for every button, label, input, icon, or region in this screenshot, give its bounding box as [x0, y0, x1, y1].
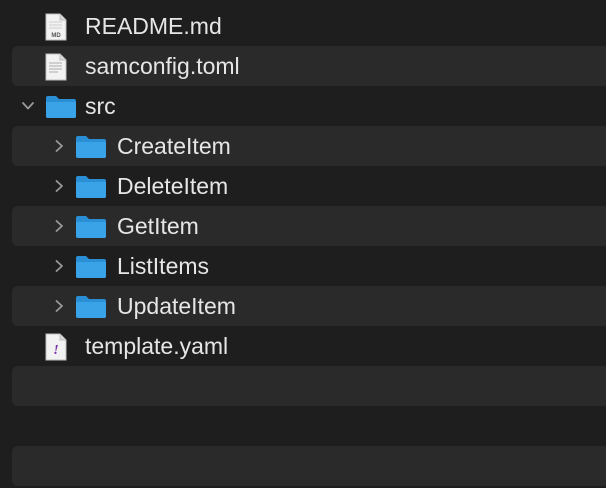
- markdown-file-icon: MD: [45, 13, 67, 41]
- yaml-file-icon: !: [45, 333, 67, 361]
- tree-item-deleteitem[interactable]: DeleteItem: [12, 166, 606, 206]
- tree-item-label: GetItem: [117, 213, 199, 239]
- tree-item-listitems[interactable]: ListItems: [12, 246, 606, 286]
- folder-icon: [45, 95, 77, 119]
- tree-item-label: samconfig.toml: [85, 53, 240, 79]
- tree-item-label: ListItems: [117, 253, 210, 279]
- folder-icon: [75, 295, 107, 319]
- tree-item-label: template.yaml: [85, 333, 229, 359]
- folder-icon: [75, 135, 107, 159]
- tree-item-samconfig[interactable]: samconfig.toml: [12, 46, 606, 86]
- tree-item-label: src: [85, 93, 116, 119]
- file-tree: MD README.md samconfig.toml src CreateIt…: [0, 0, 606, 488]
- chevron-right-icon[interactable]: [52, 299, 66, 313]
- chevron-right-icon[interactable]: [52, 139, 66, 153]
- tree-item-label: README.md: [85, 13, 222, 39]
- file-badge-exclamation: !: [53, 343, 58, 358]
- empty-row: [12, 366, 606, 406]
- file-badge-md: MD: [51, 33, 61, 39]
- tree-item-label: CreateItem: [117, 133, 231, 159]
- tree-item-src[interactable]: src: [12, 86, 606, 126]
- folder-icon: [75, 215, 107, 239]
- tree-item-label: UpdateItem: [117, 293, 236, 319]
- text-file-icon: [45, 53, 67, 81]
- folder-icon: [75, 255, 107, 279]
- tree-item-template[interactable]: ! template.yaml: [12, 326, 606, 366]
- tree-item-getitem[interactable]: GetItem: [12, 206, 606, 246]
- chevron-right-icon[interactable]: [52, 219, 66, 233]
- chevron-right-icon[interactable]: [52, 259, 66, 273]
- empty-row: [12, 446, 606, 486]
- folder-icon: [75, 175, 107, 199]
- tree-item-createitem[interactable]: CreateItem: [12, 126, 606, 166]
- chevron-right-icon[interactable]: [52, 179, 66, 193]
- tree-item-label: DeleteItem: [117, 173, 229, 199]
- chevron-down-icon[interactable]: [21, 99, 35, 113]
- tree-item-readme[interactable]: MD README.md: [12, 6, 606, 46]
- empty-row: [12, 406, 606, 446]
- tree-item-updateitem[interactable]: UpdateItem: [12, 286, 606, 326]
